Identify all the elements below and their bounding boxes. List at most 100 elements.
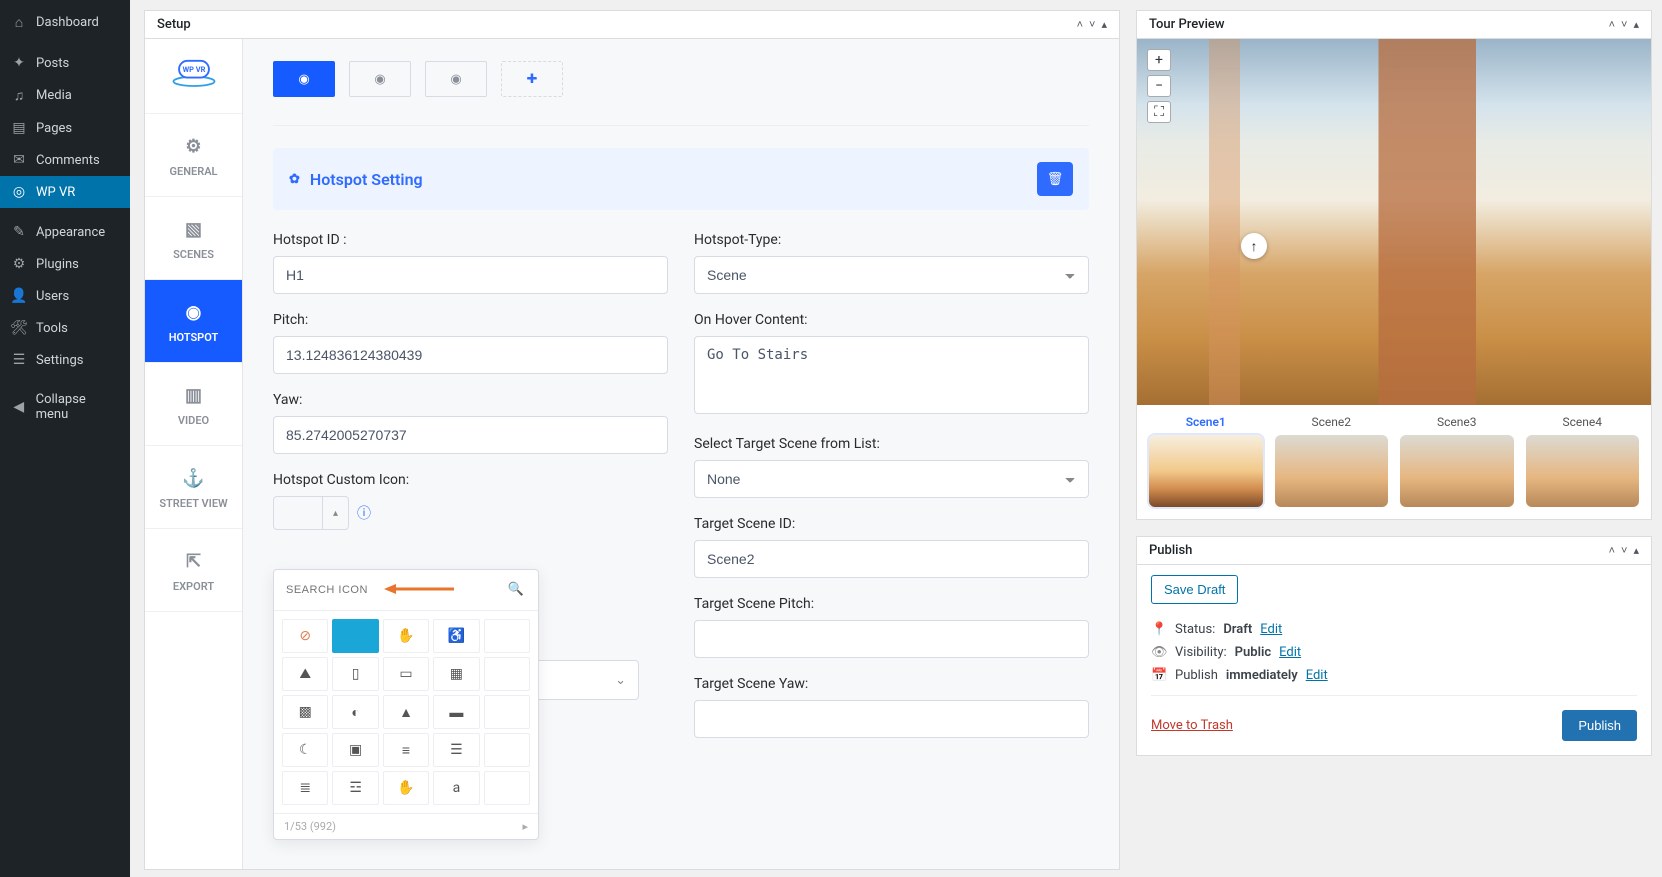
- icon-card[interactable]: ▭: [383, 657, 429, 691]
- panel-up-icon[interactable]: ˄: [1609, 18, 1615, 31]
- picker-next-icon[interactable]: ▸: [522, 820, 528, 833]
- vtab-export[interactable]: ⇱EXPORT: [145, 529, 242, 612]
- icon-camera[interactable]: ▣: [332, 733, 378, 767]
- menu-comments[interactable]: ✉Comments: [0, 144, 130, 176]
- thumb-scene4[interactable]: Scene4: [1526, 415, 1640, 507]
- thumb-scene1[interactable]: Scene1: [1149, 415, 1263, 507]
- hotspot-type-select[interactable]: Scene: [694, 256, 1089, 294]
- panel-up-icon[interactable]: ˄: [1077, 18, 1083, 31]
- target-id-input[interactable]: [694, 540, 1089, 578]
- vtab-hotspot[interactable]: ◉HOTSPOT: [145, 280, 242, 363]
- panel-toggle-icon[interactable]: ▴: [1101, 18, 1107, 31]
- panel-down-icon[interactable]: ˅: [1621, 544, 1627, 557]
- menu-appearance[interactable]: ✎Appearance: [0, 216, 130, 248]
- thumb-scene3[interactable]: Scene3: [1400, 415, 1514, 507]
- panorama-viewer[interactable]: + − ⛶ ↑: [1137, 39, 1651, 405]
- hover-label: On Hover Content:: [694, 312, 1089, 328]
- menu-pages[interactable]: ▤Pages: [0, 112, 130, 144]
- icon-book[interactable]: ▯: [332, 657, 378, 691]
- vtab-video[interactable]: ▥VIDEO: [145, 363, 242, 446]
- menu-wpvr[interactable]: ◎WP VR: [0, 176, 130, 208]
- hotspot-tab-2[interactable]: ◉: [349, 61, 411, 97]
- tour-preview-panel: Tour Preview ˄ ˅ ▴ + − ⛶ ↑ Scene1: [1136, 10, 1652, 520]
- menu-users[interactable]: 👤Users: [0, 280, 130, 312]
- field-hotspot-type: Hotspot-Type: Scene: [694, 232, 1089, 294]
- info-icon[interactable]: ⓘ: [357, 503, 371, 523]
- icon-amazon[interactable]: a: [433, 771, 479, 805]
- icon-palm[interactable]: ✋: [383, 771, 429, 805]
- icon-ad[interactable]: ▬: [433, 695, 479, 729]
- setup-title: Setup: [157, 17, 1077, 32]
- panel-up-icon[interactable]: ˄: [1609, 544, 1615, 557]
- publish-button[interactable]: Publish: [1562, 710, 1637, 741]
- vtab-logo: WP VR: [145, 39, 242, 114]
- panel-toggle-icon[interactable]: ▴: [1633, 544, 1639, 557]
- scene-thumbnails: Scene1 Scene2 Scene3 Scene4: [1137, 405, 1651, 507]
- icon-selected[interactable]: [332, 619, 378, 653]
- icon-blank5[interactable]: [484, 771, 530, 805]
- target-icon: ◉: [149, 302, 238, 323]
- thumb-scene2[interactable]: Scene2: [1275, 415, 1389, 507]
- icon-contrast[interactable]: ◐: [332, 695, 378, 729]
- icon-blank3[interactable]: [484, 695, 530, 729]
- menu-collapse[interactable]: ◀Collapse menu: [0, 384, 130, 430]
- save-draft-button[interactable]: Save Draft: [1151, 575, 1238, 604]
- menu-tools[interactable]: 🛠Tools: [0, 312, 130, 344]
- icon-align-l[interactable]: ≣: [282, 771, 328, 805]
- icon-picker-trigger[interactable]: ▴: [273, 496, 349, 530]
- icon-blank1[interactable]: [484, 619, 530, 653]
- menu-posts[interactable]: ✦Posts: [0, 47, 130, 79]
- hotspot-tab-1[interactable]: ◉: [273, 61, 335, 97]
- icon-none[interactable]: ⊘: [282, 619, 328, 653]
- hotspot-id-label: Hotspot ID :: [273, 232, 668, 248]
- vtab-general[interactable]: ⚙GENERAL: [145, 114, 242, 197]
- icon-blank2[interactable]: [484, 657, 530, 691]
- menu-settings[interactable]: ☰Settings: [0, 344, 130, 376]
- zoom-in-button[interactable]: +: [1147, 49, 1171, 71]
- panel-down-icon[interactable]: ˅: [1089, 18, 1095, 31]
- wp-admin-menu: ⌂Dashboard ✦Posts ♫Media ▤Pages ✉Comment…: [0, 0, 130, 877]
- anchor-icon: ⚓: [149, 468, 238, 489]
- icon-accessible[interactable]: ♿: [433, 619, 479, 653]
- panel-down-icon[interactable]: ˅: [1621, 18, 1627, 31]
- fullscreen-button[interactable]: ⛶: [1147, 101, 1171, 123]
- pitch-label: Pitch:: [273, 312, 668, 328]
- visibility-edit-link[interactable]: Edit: [1279, 645, 1301, 660]
- status-edit-link[interactable]: Edit: [1260, 622, 1282, 637]
- vtab-scenes[interactable]: ▧SCENES: [145, 197, 242, 280]
- schedule-edit-link[interactable]: Edit: [1306, 668, 1328, 683]
- menu-plugins[interactable]: ⚙Plugins: [0, 248, 130, 280]
- icon-triangle[interactable]: ▲: [383, 695, 429, 729]
- icon-align-c[interactable]: ≡: [383, 733, 429, 767]
- plug-icon: ⚙: [10, 256, 28, 272]
- vtab-street[interactable]: ⚓STREET VIEW: [145, 446, 242, 529]
- icon-hand[interactable]: ✋: [383, 619, 429, 653]
- user-icon: 👤: [10, 288, 28, 304]
- field-target-id: Target Scene ID:: [694, 516, 1089, 578]
- hover-textarea[interactable]: Go To Stairs: [694, 336, 1089, 414]
- hotspot-id-input[interactable]: [273, 256, 668, 294]
- icon-blank4[interactable]: [484, 733, 530, 767]
- hotspot-tab-3[interactable]: ◉: [425, 61, 487, 97]
- menu-media[interactable]: ♫Media: [0, 79, 130, 112]
- hotspot-tab-add[interactable]: ✚: [501, 61, 563, 97]
- icon-grid[interactable]: ▩: [282, 695, 328, 729]
- delete-hotspot-button[interactable]: 🗑: [1037, 162, 1073, 196]
- icon-id[interactable]: ▦: [433, 657, 479, 691]
- icon-align-r[interactable]: ☲: [332, 771, 378, 805]
- menu-dashboard[interactable]: ⌂Dashboard: [0, 6, 130, 39]
- icon-align-j[interactable]: ☰: [433, 733, 479, 767]
- target-yaw-input[interactable]: [694, 700, 1089, 738]
- move-to-trash-link[interactable]: Move to Trash: [1151, 718, 1233, 733]
- zoom-out-button[interactable]: −: [1147, 75, 1171, 97]
- panel-toggle-icon[interactable]: ▴: [1633, 18, 1639, 31]
- vr-icon: ◎: [10, 184, 28, 200]
- target-pitch-input[interactable]: [694, 620, 1089, 658]
- target-list-select[interactable]: None: [694, 460, 1089, 498]
- icon-mountain[interactable]: ⛰: [282, 657, 328, 691]
- hotspot-tabs: ◉ ◉ ◉ ✚: [273, 61, 1089, 126]
- yaw-input[interactable]: [273, 416, 668, 454]
- icon-moon[interactable]: ☾: [282, 733, 328, 767]
- pitch-input[interactable]: [273, 336, 668, 374]
- hotspot-marker[interactable]: ↑: [1241, 233, 1267, 259]
